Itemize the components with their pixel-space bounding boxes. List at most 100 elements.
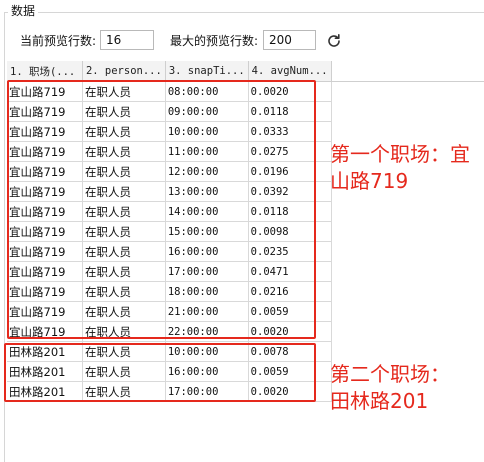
max-rows-input[interactable] [263, 30, 316, 50]
table-cell: 宜山路719 [7, 281, 83, 302]
table-cell: 田林路201 [7, 381, 83, 402]
table-cell: 0.0118 [248, 101, 332, 122]
table-cell: 10:00:00 [165, 121, 249, 142]
second-site-annotation-line2: 田林路201 [330, 389, 429, 413]
table-row[interactable]: 宜山路719 在职人员 14:00:00 0.0118 [7, 201, 484, 222]
table-cell: 在职人员 [82, 141, 166, 162]
table-cell: 宜山路719 [7, 241, 83, 262]
table-cell: 0.0216 [248, 281, 332, 302]
table-cell: 13:00:00 [165, 181, 249, 202]
table-cell: 宜山路719 [7, 221, 83, 242]
table-cell: 在职人员 [82, 121, 166, 142]
table-cell-filler [331, 202, 484, 222]
table-cell: 宜山路719 [7, 201, 83, 222]
table-cell: 在职人员 [82, 221, 166, 242]
table-cell: 16:00:00 [165, 361, 249, 382]
table-cell: 0.0078 [248, 341, 332, 362]
table-cell: 宜山路719 [7, 181, 83, 202]
table-row[interactable]: 宜山路719 在职人员 21:00:00 0.0059 [7, 301, 484, 322]
table-cell: 田林路201 [7, 361, 83, 382]
table-cell: 在职人员 [82, 341, 166, 362]
table-cell: 宜山路719 [7, 141, 83, 162]
table-cell: 在职人员 [82, 181, 166, 202]
table-cell: 宜山路719 [7, 121, 83, 142]
table-cell: 17:00:00 [165, 381, 249, 402]
table-cell: 在职人员 [82, 281, 166, 302]
table-cell: 0.0392 [248, 181, 332, 202]
table-cell: 22:00:00 [165, 321, 249, 342]
table-row[interactable]: 田林路201 在职人员 10:00:00 0.0078 [7, 341, 484, 362]
column-header-1[interactable]: 1. 职场(... [7, 61, 83, 82]
table-body: 宜山路719 在职人员 08:00:00 0.0020 宜山路719 在职人员 09:00:… [7, 81, 484, 402]
table-cell: 15:00:00 [165, 221, 249, 242]
refresh-icon [328, 34, 340, 47]
table-cell: 宜山路719 [7, 261, 83, 282]
table-cell: 17:00:00 [165, 261, 249, 282]
table-cell: 21:00:00 [165, 301, 249, 322]
table-cell: 0.0118 [248, 201, 332, 222]
table-cell: 0.0333 [248, 121, 332, 142]
table-row[interactable]: 宜山路719 在职人员 09:00:00 0.0118 [7, 101, 484, 122]
current-rows-label: 当前预览行数: [20, 34, 97, 48]
table-cell: 0.0059 [248, 361, 332, 382]
table-cell: 在职人员 [82, 361, 166, 382]
table-cell: 0.0235 [248, 241, 332, 262]
column-header-4[interactable]: 4. avgNum... [248, 61, 332, 82]
table-cell: 0.0059 [248, 301, 332, 322]
table-cell-filler [331, 82, 484, 102]
current-rows-input[interactable] [100, 30, 154, 50]
table-cell: 11:00:00 [165, 141, 249, 162]
table-row[interactable]: 宜山路719 在职人员 22:00:00 0.0020 [7, 321, 484, 342]
table-cell: 0.0098 [248, 221, 332, 242]
table-row[interactable]: 宜山路719 在职人员 15:00:00 0.0098 [7, 221, 484, 242]
table-cell: 18:00:00 [165, 281, 249, 302]
table-cell: 14:00:00 [165, 201, 249, 222]
table-cell: 08:00:00 [165, 81, 249, 102]
column-header-3[interactable]: 3. snapTi... [165, 61, 249, 82]
table-cell-filler [331, 122, 484, 142]
table-cell: 12:00:00 [165, 161, 249, 182]
table-row[interactable]: 宜山路719 在职人员 13:00:00 0.0392 [7, 181, 484, 202]
table-row[interactable]: 宜山路719 在职人员 16:00:00 0.0235 [7, 241, 484, 262]
table-cell: 0.0020 [248, 81, 332, 102]
groupbox-title: 数据 [8, 3, 39, 19]
table-row[interactable]: 宜山路719 在职人员 10:00:00 0.0333 [7, 121, 484, 142]
table-cell: 0.0196 [248, 161, 332, 182]
table-cell: 0.0020 [248, 381, 332, 402]
table-header-row: 1. 职场(... 2. person... 3. snapTi... 4. avgN… [7, 61, 484, 82]
table-cell: 在职人员 [82, 161, 166, 182]
max-rows-label: 最大的预览行数: [170, 34, 259, 48]
table-cell: 10:00:00 [165, 341, 249, 362]
column-header-2[interactable]: 2. person... [82, 61, 166, 82]
data-table: 1. 职场(... 2. person... 3. snapTi... 4. avgN… [7, 61, 484, 402]
table-cell-filler [331, 262, 484, 282]
table-cell: 0.0275 [248, 141, 332, 162]
column-header-filler [331, 61, 484, 82]
table-cell: 在职人员 [82, 201, 166, 222]
table-cell: 宜山路719 [7, 301, 83, 322]
table-cell: 在职人员 [82, 261, 166, 282]
table-cell: 0.0020 [248, 321, 332, 342]
table-cell-filler [331, 282, 484, 302]
table-cell-filler [331, 342, 484, 362]
table-row[interactable]: 宜山路719 在职人员 18:00:00 0.0216 [7, 281, 484, 302]
table-cell: 在职人员 [82, 81, 166, 102]
table-cell: 在职人员 [82, 381, 166, 402]
table-cell: 宜山路719 [7, 161, 83, 182]
refresh-button[interactable] [324, 31, 344, 51]
table-cell: 在职人员 [82, 321, 166, 342]
table-cell: 在职人员 [82, 241, 166, 262]
table-row[interactable]: 宜山路719 在职人员 08:00:00 0.0020 [7, 81, 484, 102]
first-site-annotation-line2: 山路719 [330, 169, 409, 193]
table-cell-filler [331, 242, 484, 262]
table-cell: 宜山路719 [7, 101, 83, 122]
table-cell-filler [331, 222, 484, 242]
table-cell-filler [331, 302, 484, 322]
table-cell: 在职人员 [82, 101, 166, 122]
table-cell: 16:00:00 [165, 241, 249, 262]
table-cell: 宜山路719 [7, 321, 83, 342]
second-site-annotation-line1: 第二个职场： [330, 362, 450, 386]
table-row[interactable]: 宜山路719 在职人员 17:00:00 0.0471 [7, 261, 484, 282]
first-site-annotation-line1: 第一个职场：宜 [330, 142, 470, 166]
table-cell: 09:00:00 [165, 101, 249, 122]
